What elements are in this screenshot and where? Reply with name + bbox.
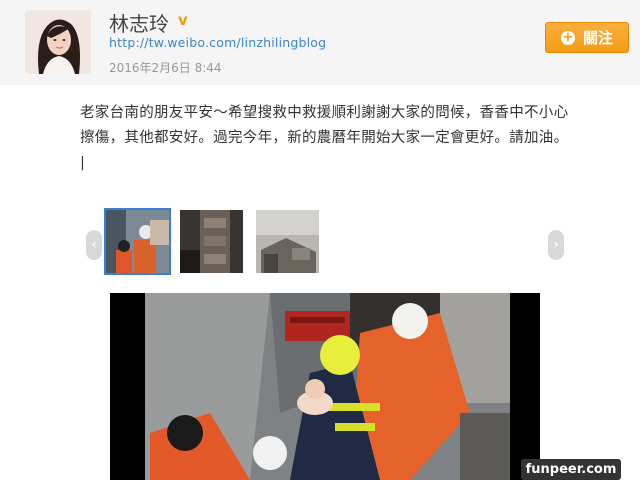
- rescue-photo-thumb-1: [106, 210, 169, 273]
- gallery-next-button[interactable]: ›: [548, 230, 564, 260]
- ruins-thumb-3: [256, 210, 319, 273]
- post-date: 2016年2月6日 8:44: [109, 61, 222, 75]
- rescue-photo: [110, 293, 540, 480]
- plus-circle-icon: +: [560, 29, 575, 45]
- verified-v-icon: v: [178, 11, 188, 29]
- follow-button-label: 關注: [582, 29, 613, 47]
- gallery-thumbnail[interactable]: [256, 210, 319, 273]
- gallery-prev-button[interactable]: ‹: [86, 230, 102, 260]
- profile-name[interactable]: 林志玲: [109, 8, 169, 37]
- gallery-thumbnail[interactable]: [180, 210, 243, 273]
- watermark: funpeer.com: [521, 459, 621, 480]
- image-gallery: ‹ ›: [86, 208, 570, 278]
- weibo-post-card: 林志玲 v http://tw.weibo.com/linzhilingblog…: [0, 0, 640, 480]
- follow-button[interactable]: + 關注: [545, 22, 629, 53]
- chevron-right-icon: ›: [553, 237, 559, 253]
- chevron-left-icon: ‹: [91, 237, 97, 253]
- building-collapse-thumb-2: [180, 210, 243, 273]
- post-text: 老家台南的朋友平安～希望搜救中救援順利謝謝大家的問候，香香中不小心擦傷，其他都安…: [80, 105, 569, 171]
- gallery-thumbnail[interactable]: [104, 208, 171, 275]
- blog-link[interactable]: http://tw.weibo.com/linzhilingblog: [109, 35, 326, 50]
- main-photo[interactable]: [110, 293, 540, 480]
- avatar[interactable]: [25, 10, 91, 74]
